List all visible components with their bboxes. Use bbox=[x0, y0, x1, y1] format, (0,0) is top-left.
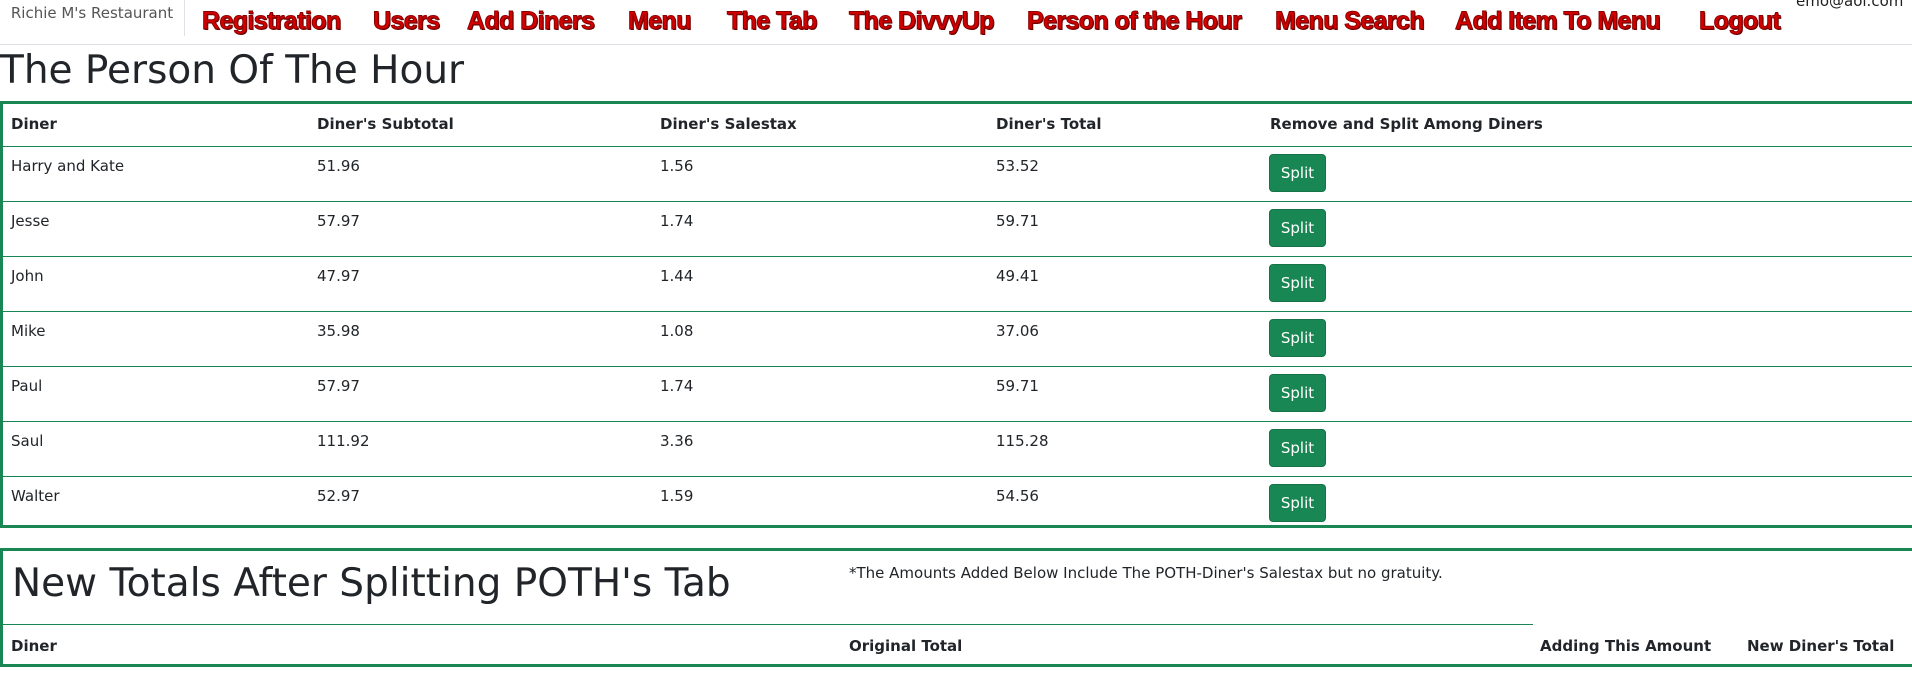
cell-diner: Saul bbox=[11, 432, 44, 450]
cell-salestax: 3.36 bbox=[660, 432, 694, 450]
nav-link-menu[interactable]: Menu bbox=[628, 4, 692, 38]
nav-link-the-divvyup[interactable]: The DivvyUp bbox=[849, 4, 995, 38]
cell-diner: Walter bbox=[11, 487, 60, 505]
split-button[interactable]: Split bbox=[1269, 429, 1326, 467]
cell-total: 37.06 bbox=[996, 322, 1039, 340]
cell-subtotal: 57.97 bbox=[317, 212, 360, 230]
cell-subtotal: 35.98 bbox=[317, 322, 360, 340]
cell-diner: Mike bbox=[11, 322, 46, 340]
cell-total: 53.52 bbox=[996, 157, 1039, 175]
cell-subtotal: 51.96 bbox=[317, 157, 360, 175]
table-row: Walter 52.97 1.59 54.56 Split bbox=[3, 477, 1912, 532]
cell-total: 59.71 bbox=[996, 212, 1039, 230]
cell-salestax: 1.56 bbox=[660, 157, 694, 175]
header-original-total: Original Total bbox=[849, 637, 963, 655]
table-row: John 47.97 1.44 49.41 Split bbox=[3, 257, 1912, 312]
cell-subtotal: 47.97 bbox=[317, 267, 360, 285]
split-button[interactable]: Split bbox=[1269, 209, 1326, 247]
section-divider bbox=[3, 624, 1533, 625]
new-totals-title: New Totals After Splitting POTH's Tab bbox=[12, 561, 731, 606]
cell-subtotal: 57.97 bbox=[317, 377, 360, 395]
cell-total: 59.71 bbox=[996, 377, 1039, 395]
header-adding-amount: Adding This Amount bbox=[1540, 637, 1712, 655]
table-row: Mike 35.98 1.08 37.06 Split bbox=[3, 312, 1912, 367]
cell-total: 54.56 bbox=[996, 487, 1039, 505]
brand-name[interactable]: Richie M's Restaurant bbox=[0, 0, 185, 36]
cell-diner: Paul bbox=[11, 377, 43, 395]
cell-subtotal: 52.97 bbox=[317, 487, 360, 505]
cell-salestax: 1.59 bbox=[660, 487, 694, 505]
split-button[interactable]: Split bbox=[1269, 264, 1326, 302]
table-row: Harry and Kate 51.96 1.56 53.52 Split bbox=[3, 147, 1912, 202]
split-button[interactable]: Split bbox=[1269, 154, 1326, 192]
cell-diner: John bbox=[11, 267, 44, 285]
cell-salestax: 1.44 bbox=[660, 267, 694, 285]
header-subtotal: Diner's Subtotal bbox=[317, 115, 454, 133]
nav-link-menu-search[interactable]: Menu Search bbox=[1274, 4, 1425, 38]
split-button[interactable]: Split bbox=[1269, 484, 1326, 522]
header-diner: Diner bbox=[11, 115, 57, 133]
header-diner: Diner bbox=[11, 637, 57, 655]
nav-link-logout[interactable]: Logout bbox=[1698, 4, 1781, 38]
cell-salestax: 1.08 bbox=[660, 322, 694, 340]
header-split: Remove and Split Among Diners bbox=[1270, 115, 1543, 133]
split-button[interactable]: Split bbox=[1269, 319, 1326, 357]
cell-subtotal: 111.92 bbox=[317, 432, 370, 450]
top-navbar: Richie M's Restaurant Registration Users… bbox=[0, 0, 1912, 45]
nav-link-registration[interactable]: Registration bbox=[202, 4, 342, 38]
table-header-row: Diner Diner's Subtotal Diner's Salestax … bbox=[3, 104, 1912, 147]
cell-total: 115.28 bbox=[996, 432, 1049, 450]
cell-total: 49.41 bbox=[996, 267, 1039, 285]
user-email: emo@aol.com bbox=[1796, 0, 1904, 10]
cell-salestax: 1.74 bbox=[660, 377, 694, 395]
new-totals-note: *The Amounts Added Below Include The POT… bbox=[849, 564, 1443, 582]
header-salestax: Diner's Salestax bbox=[660, 115, 797, 133]
cell-salestax: 1.74 bbox=[660, 212, 694, 230]
nav-link-the-tab[interactable]: The Tab bbox=[727, 4, 818, 38]
new-totals-table: New Totals After Splitting POTH's Tab *T… bbox=[0, 548, 1912, 667]
nav-link-users[interactable]: Users bbox=[373, 4, 441, 38]
cell-diner: Jesse bbox=[11, 212, 50, 230]
nav-link-person-of-the-hour[interactable]: Person of the Hour bbox=[1026, 4, 1242, 38]
table-row: Paul 57.97 1.74 59.71 Split bbox=[3, 367, 1912, 422]
poth-table: Diner Diner's Subtotal Diner's Salestax … bbox=[0, 101, 1912, 528]
header-new-total: New Diner's Total bbox=[1747, 637, 1895, 655]
table-row: Saul 111.92 3.36 115.28 Split bbox=[3, 422, 1912, 477]
header-total: Diner's Total bbox=[996, 115, 1102, 133]
table-row: Jesse 57.97 1.74 59.71 Split bbox=[3, 202, 1912, 257]
page-title: The Person Of The Hour bbox=[0, 48, 465, 93]
cell-diner: Harry and Kate bbox=[11, 157, 125, 175]
nav-link-add-diners[interactable]: Add Diners bbox=[466, 4, 595, 38]
nav-link-add-item-to-menu[interactable]: Add Item To Menu bbox=[1454, 4, 1661, 38]
split-button[interactable]: Split bbox=[1269, 374, 1326, 412]
